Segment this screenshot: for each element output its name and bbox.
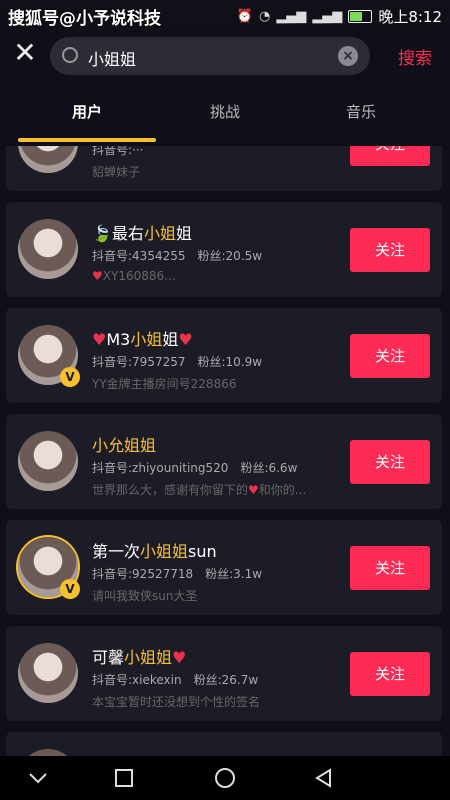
tab-music[interactable]: 音乐 xyxy=(346,101,376,122)
follow-button[interactable]: 关注 xyxy=(350,546,430,590)
leaf-icon: 🍃 xyxy=(92,224,112,243)
clock: 晚上8:12 xyxy=(378,8,442,26)
user-signature: YY金牌主播房间号228866 xyxy=(92,377,237,391)
user-list: 抖音号:··· 貂蝉妹子 关注 🍃最右小姐姐 抖音号:4354255粉丝:20.… xyxy=(0,146,450,756)
verified-icon: V xyxy=(60,367,80,387)
close-icon[interactable]: ✕ xyxy=(12,39,38,67)
user-signature: 请叫我致侠sun大圣 xyxy=(92,589,198,603)
user-signature: ♥XY160886... xyxy=(92,269,176,283)
list-item[interactable]: V ♥M3小姐姐♥ 抖音号:7957257 粉丝:10.9w YY金牌主播房间号2… xyxy=(6,308,442,403)
heart-icon: ♥ xyxy=(248,483,259,497)
tab-challenges[interactable]: 挑战 xyxy=(210,101,240,122)
user-signature: 本宝宝暂时还没想到个性的签名 xyxy=(92,695,261,709)
clear-icon[interactable]: × xyxy=(338,46,358,66)
signal-icon-2: ▂▄▆ xyxy=(312,9,343,24)
follow-button[interactable]: 关注 xyxy=(350,440,430,484)
status-icons: ⏰ ◔ ▂▄▆ ▂▄▆ 晚上8:12 xyxy=(237,6,442,27)
user-name: 🍃最右小姐姐 xyxy=(92,224,192,243)
follow-button[interactable]: 关注 xyxy=(350,146,430,166)
user-stats: 抖音号:92527718 粉丝:3.1w xyxy=(92,567,263,581)
list-item[interactable]: 抖音号:··· 貂蝉妹子 关注 xyxy=(6,146,442,191)
user-stats: 抖音号:zhiyouniting520 粉丝:6.6w xyxy=(92,461,298,475)
list-item[interactable] xyxy=(6,732,442,756)
follow-button[interactable]: 关注 xyxy=(350,652,430,696)
search-input[interactable]: 小姐姐 × xyxy=(50,37,370,75)
heart-icon: ♥ xyxy=(172,648,187,667)
battery-icon xyxy=(348,10,373,23)
search-icon xyxy=(62,47,78,63)
list-item[interactable]: 🍃最右小姐姐 抖音号:4354255 粉丝:20.5w ♥XY160886... … xyxy=(6,202,442,297)
avatar xyxy=(18,431,78,491)
wifi-icon: ◔ xyxy=(258,9,271,24)
tab-bar: 用户 挑战 音乐 xyxy=(0,85,450,143)
chevron-down-icon[interactable] xyxy=(24,764,52,792)
tab-indicator xyxy=(18,138,156,142)
follow-button[interactable]: 关注 xyxy=(350,334,430,378)
back-icon[interactable] xyxy=(310,764,338,792)
list-item[interactable]: V 第一次小姐姐sun 抖音号:92527718 粉丝:3.1w 请叫我致侠sun… xyxy=(6,520,442,615)
alarm-icon: ⏰ xyxy=(236,9,253,24)
user-stats: 抖音号:xiekexin 粉丝:26.7w xyxy=(92,673,259,687)
user-signature: 世界那么大，感谢有你留下的♥和你的... xyxy=(92,483,307,497)
list-item[interactable]: 可馨小姐姐♥ 抖音号:xiekexin 粉丝:26.7w 本宝宝暂时还没想到个性的… xyxy=(6,626,442,721)
status-bar: 搜狐号@小予说科技 ⏰ ◔ ▂▄▆ ▂▄▆ 晚上8:12 xyxy=(0,0,450,30)
avatar xyxy=(18,643,78,703)
heart-icon: ♥ xyxy=(92,330,107,349)
user-name: 可馨小姐姐♥ xyxy=(92,648,187,667)
verified-icon: V xyxy=(60,579,80,599)
list-item[interactable]: 小允姐姐 抖音号:zhiyouniting520 粉丝:6.6w 世界那么大，感谢… xyxy=(6,414,442,509)
user-id: 抖音号:··· xyxy=(92,146,144,157)
user-stats: 抖音号:7957257 粉丝:10.9w xyxy=(92,355,263,369)
user-name: 第一次小姐姐sun xyxy=(92,542,217,561)
home-icon[interactable] xyxy=(211,764,239,792)
heart-icon: ♥ xyxy=(178,330,193,349)
avatar xyxy=(18,146,78,173)
recent-icon[interactable] xyxy=(110,764,138,792)
system-nav-bar xyxy=(0,756,450,800)
user-stats: 抖音号:4354255 粉丝:20.5w xyxy=(92,249,263,263)
user-signature: 貂蝉妹子 xyxy=(92,165,141,179)
user-name: 小允姐姐 xyxy=(92,436,157,455)
user-name: ♥M3小姐姐♥ xyxy=(92,330,193,349)
signal-icon: ▂▄▆ xyxy=(276,9,307,24)
search-row: ✕ 小姐姐 × 搜索 xyxy=(0,30,450,82)
search-query: 小姐姐 xyxy=(88,50,137,69)
heart-icon: ♥ xyxy=(92,269,103,283)
follow-button[interactable]: 关注 xyxy=(350,228,430,272)
avatar xyxy=(18,219,78,279)
tab-users[interactable]: 用户 xyxy=(72,101,102,122)
avatar xyxy=(18,749,78,756)
watermark: 搜狐号@小予说科技 xyxy=(8,9,161,29)
search-button[interactable]: 搜索 xyxy=(398,44,432,69)
